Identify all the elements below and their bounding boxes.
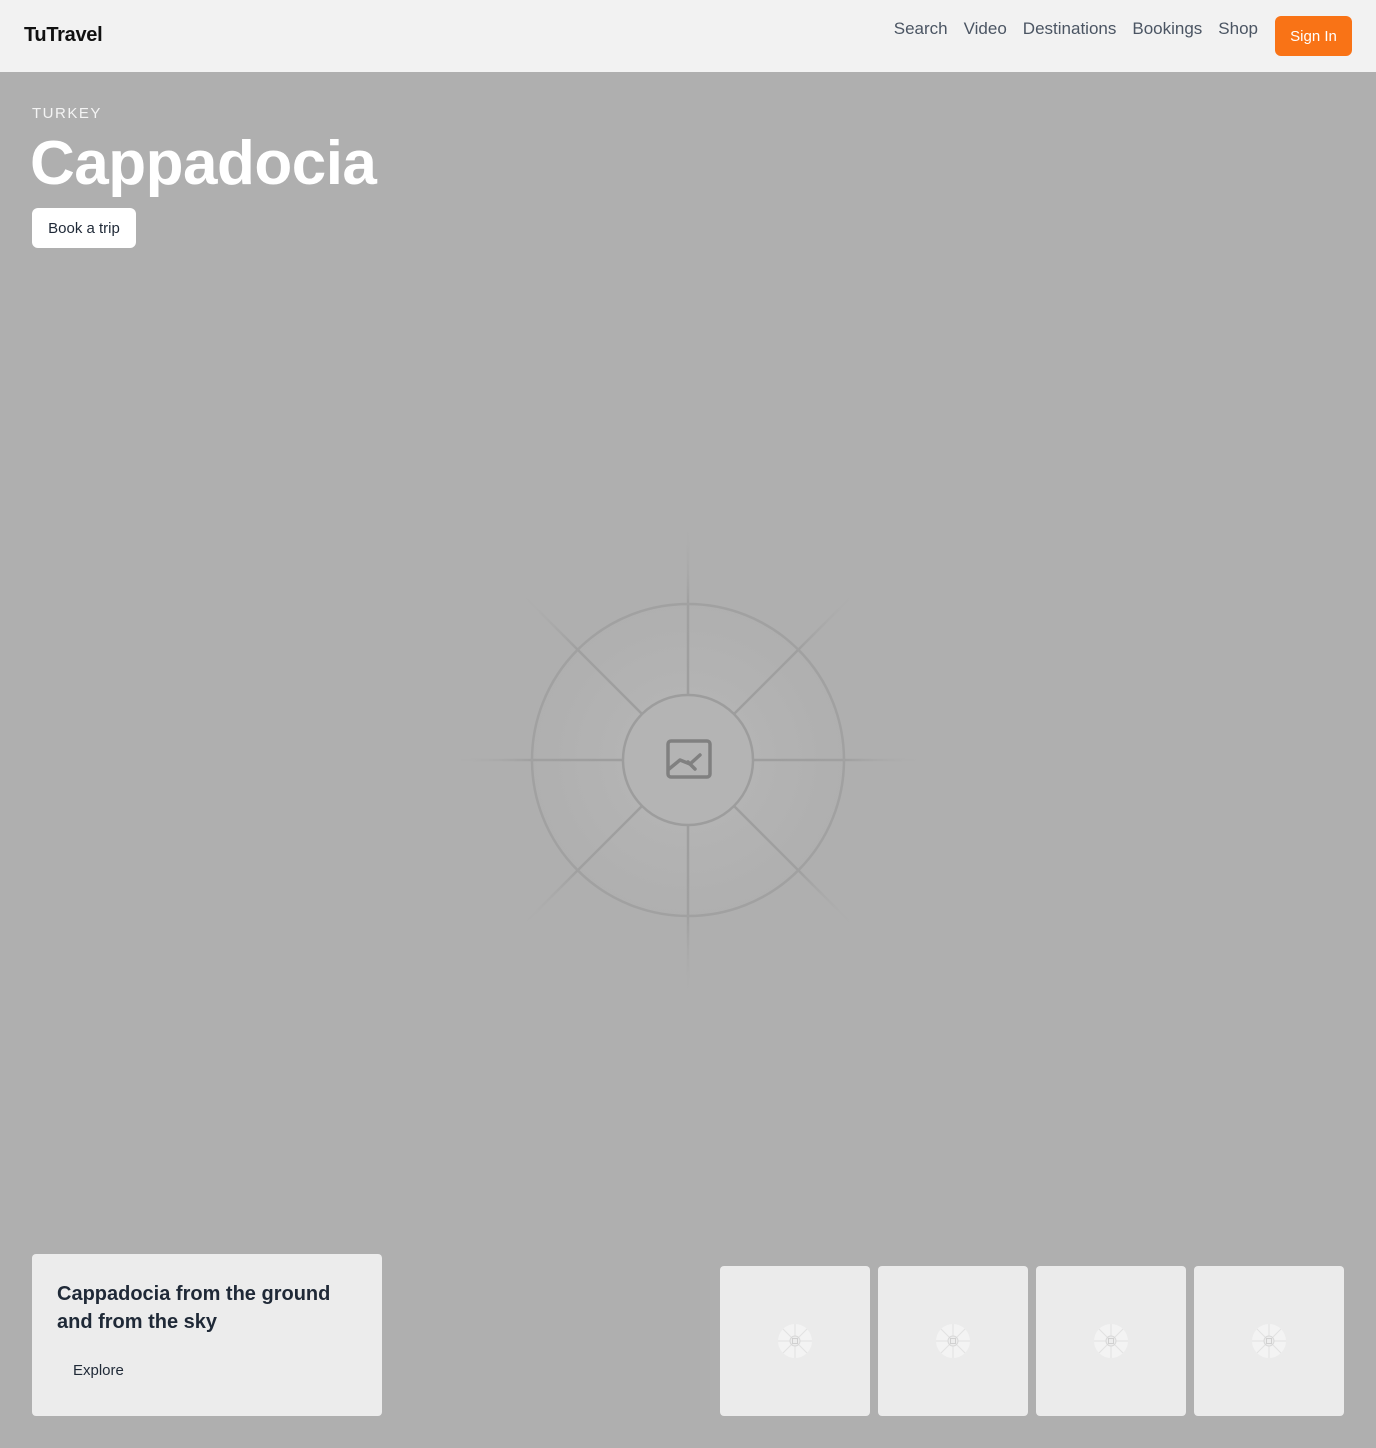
nav-link-destinations[interactable]: Destinations: [1023, 18, 1117, 40]
top-navigation-bar: TuTravel Search Video Destinations Booki…: [0, 0, 1376, 72]
image-placeholder-icon: [1252, 1324, 1286, 1358]
explore-button[interactable]: Explore: [57, 1352, 140, 1388]
image-placeholder-icon: [1094, 1324, 1128, 1358]
feature-card: Cappadocia from the ground and from the …: [32, 1254, 382, 1416]
feature-title: Cappadocia from the ground and from the …: [57, 1283, 331, 1333]
nav-link-bookings[interactable]: Bookings: [1132, 18, 1202, 40]
image-placeholder-icon: [778, 1324, 812, 1358]
hero-image-placeholder: [0, 72, 1376, 1448]
thumbnail-1[interactable]: [720, 1266, 870, 1416]
hero-country-label: TURKEY: [32, 105, 102, 122]
nav-link-search[interactable]: Search: [894, 18, 948, 40]
brand-logo[interactable]: TuTravel: [24, 24, 103, 47]
thumbnail-3[interactable]: [1036, 1266, 1186, 1416]
main-nav: Search Video Destinations Bookings Shop: [894, 18, 1258, 40]
thumbnail-4[interactable]: [1194, 1266, 1344, 1416]
thumbnail-gallery: [720, 1266, 1344, 1416]
thumbnail-2[interactable]: [878, 1266, 1028, 1416]
nav-link-video[interactable]: Video: [964, 18, 1007, 40]
nav-link-shop[interactable]: Shop: [1218, 18, 1258, 40]
sign-in-button[interactable]: Sign In: [1275, 16, 1352, 56]
image-placeholder-icon: [936, 1324, 970, 1358]
hero-title: Cappadocia: [30, 129, 377, 198]
image-placeholder-icon: [458, 530, 918, 990]
book-trip-button[interactable]: Book a trip: [32, 208, 136, 248]
